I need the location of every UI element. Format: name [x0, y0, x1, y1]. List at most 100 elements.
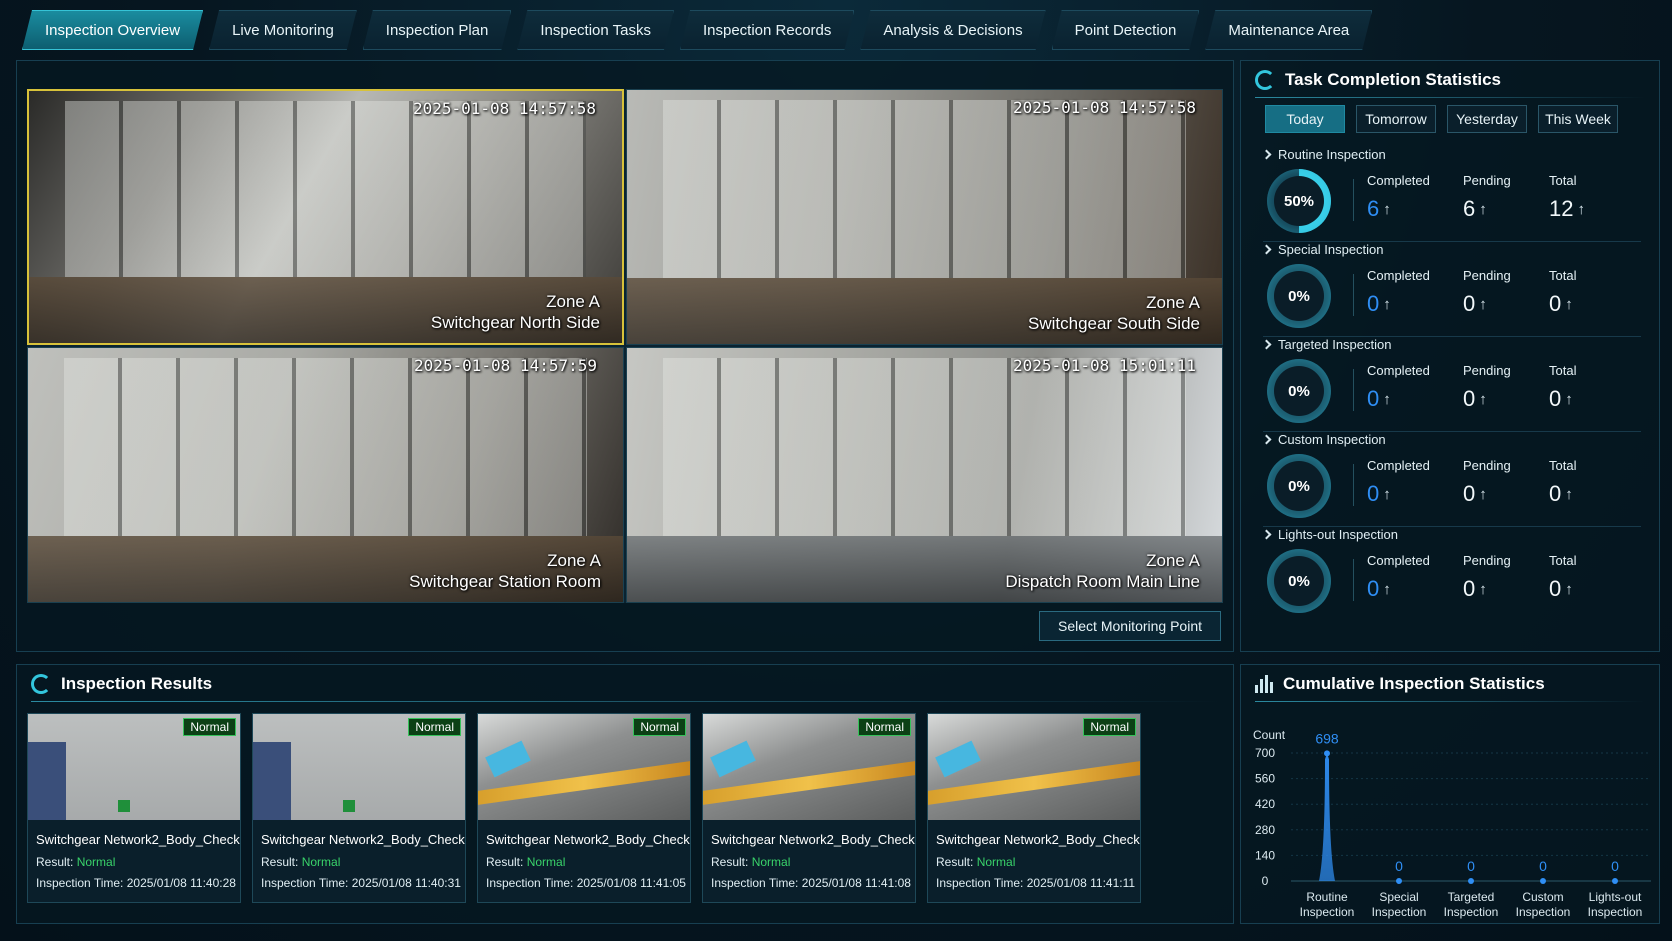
stat-label: Completed	[1367, 173, 1430, 188]
completion-percent: 0%	[1274, 461, 1324, 511]
category-toggle[interactable]: Custom Inspection	[1261, 432, 1386, 447]
result-card[interactable]: Normal Switchgear Network2_Body_Check Re…	[252, 713, 466, 903]
result-card[interactable]: Normal Switchgear Network2_Body_Check Re…	[27, 713, 241, 903]
data-point	[1396, 878, 1402, 884]
stat-total: Total 12 ↑	[1549, 173, 1629, 222]
check-result: Result: Normal	[711, 855, 790, 869]
pending-count: 0	[1463, 576, 1476, 601]
y-tick-label: 700	[1255, 746, 1275, 760]
check-name: Switchgear Network2_Body_Check	[936, 832, 1140, 847]
inspection-time: Inspection Time: 2025/01/08 11:41:08	[711, 876, 911, 890]
task-completion-panel: Task Completion Statistics Today Tomorro…	[1240, 60, 1660, 652]
camera-timestamp: 2025-01-08 15:01:11	[1012, 356, 1196, 375]
camera-location: Switchgear North Side	[430, 313, 600, 332]
stat-pending: Pending 0 ↑	[1463, 268, 1553, 317]
stat-label: Pending	[1463, 268, 1511, 283]
result-prefix: Result:	[261, 855, 302, 869]
category-toggle[interactable]: Special Inspection	[1261, 242, 1384, 257]
check-result: Result: Normal	[936, 855, 1015, 869]
result-prefix: Result:	[36, 855, 77, 869]
stat-total: Total 0 ↑	[1549, 268, 1629, 317]
inspection-time: Inspection Time: 2025/01/08 11:41:11	[936, 876, 1135, 890]
camera-view-north-side[interactable]: 2025-01-08 14:57:58 Zone A Switchgear No…	[27, 89, 624, 345]
inspection-category: Targeted Inspection 0% Completed 0 ↑ Pend…	[1255, 337, 1647, 432]
inspection-time: Inspection Time: 2025/01/08 11:40:31	[261, 876, 461, 890]
total-count: 0	[1549, 291, 1562, 316]
tab-inspection-overview[interactable]: Inspection Overview	[22, 10, 203, 50]
check-name: Switchgear Network2_Body_Check	[711, 832, 915, 847]
select-monitoring-point-button[interactable]: Select Monitoring Point	[1039, 611, 1221, 641]
tab-analysis-decisions[interactable]: Analysis & Decisions	[860, 10, 1045, 50]
stat-pending: Pending 0 ↑	[1463, 553, 1553, 602]
stat-pending: Pending 6 ↑	[1463, 173, 1553, 222]
tab-inspection-plan[interactable]: Inspection Plan	[363, 10, 512, 50]
check-name: Switchgear Network2_Body_Check	[486, 832, 690, 847]
completion-gauge: 0%	[1267, 454, 1331, 518]
y-tick-label: 420	[1255, 797, 1275, 811]
stat-completed: Completed 0 ↑	[1367, 553, 1457, 602]
arrow-up-icon: ↑	[1479, 580, 1487, 598]
result-prefix: Result:	[936, 855, 977, 869]
arrow-up-icon: ↑	[1565, 390, 1573, 408]
period-tab-today[interactable]: Today	[1265, 105, 1345, 133]
stat-label: Total	[1549, 173, 1577, 188]
period-tab-this-week[interactable]: This Week	[1538, 105, 1618, 133]
inspection-category: Custom Inspection 0% Completed 0 ↑ Pendin…	[1255, 432, 1647, 527]
x-tick-label: Inspection	[1444, 905, 1499, 919]
data-spike	[1319, 755, 1335, 881]
category-toggle[interactable]: Routine Inspection	[1261, 147, 1386, 162]
data-point	[1612, 878, 1618, 884]
stat-total: Total 0 ↑	[1549, 458, 1629, 507]
stat-completed: Completed 0 ↑	[1367, 268, 1457, 317]
result-card[interactable]: Normal Switchgear Network2_Body_Check Re…	[477, 713, 691, 903]
stat-label: Total	[1549, 363, 1577, 378]
time-value: 2025/01/08 11:41:11	[1026, 876, 1136, 890]
y-tick-label: 140	[1255, 848, 1275, 862]
status-badge: Normal	[183, 718, 236, 736]
chevron-right-icon	[1261, 244, 1272, 255]
panel-title: Task Completion Statistics	[1285, 70, 1502, 89]
stat-label: Completed	[1367, 458, 1430, 473]
time-value: 2025/01/08 11:41:08	[801, 876, 911, 890]
data-label: 0	[1539, 858, 1547, 874]
chevron-right-icon	[1261, 149, 1272, 160]
tab-live-monitoring[interactable]: Live Monitoring	[209, 10, 357, 50]
pending-count: 0	[1463, 386, 1476, 411]
period-tab-tomorrow[interactable]: Tomorrow	[1356, 105, 1436, 133]
check-result: Result: Normal	[486, 855, 565, 869]
category-toggle[interactable]: Targeted Inspection	[1261, 337, 1391, 352]
period-tab-yesterday[interactable]: Yesterday	[1447, 105, 1527, 133]
video-monitor-panel: 2025-01-08 14:57:58 Zone A Switchgear No…	[16, 60, 1234, 652]
panel-title: Inspection Results	[61, 674, 213, 693]
camera-view-station-room[interactable]: 2025-01-08 14:57:59 Zone A Switchgear St…	[27, 347, 624, 603]
arrow-up-icon: ↑	[1383, 485, 1391, 503]
total-count: 0	[1549, 481, 1562, 506]
tab-inspection-records[interactable]: Inspection Records	[680, 10, 854, 50]
stat-label: Pending	[1463, 363, 1511, 378]
result-card[interactable]: Normal Switchgear Network2_Body_Check Re…	[927, 713, 1141, 903]
tab-point-detection[interactable]: Point Detection	[1052, 10, 1200, 50]
result-value: Normal	[301, 855, 341, 869]
completion-percent: 0%	[1274, 271, 1324, 321]
pending-count: 0	[1463, 481, 1476, 506]
camera-location: Switchgear Station Room	[409, 572, 601, 591]
result-value: Normal	[751, 855, 791, 869]
category-name: Lights-out Inspection	[1278, 527, 1398, 542]
tab-inspection-tasks[interactable]: Inspection Tasks	[517, 10, 674, 50]
result-card[interactable]: Normal Switchgear Network2_Body_Check Re…	[702, 713, 916, 903]
stat-label: Completed	[1367, 553, 1430, 568]
tab-maintenance-area[interactable]: Maintenance Area	[1205, 10, 1372, 50]
y-tick-label: 280	[1255, 823, 1275, 837]
stat-label: Total	[1549, 458, 1577, 473]
data-point	[1540, 878, 1546, 884]
category-toggle[interactable]: Lights-out Inspection	[1261, 527, 1398, 542]
camera-view-dispatch-room[interactable]: 2025-01-08 15:01:11 Zone A Dispatch Room…	[626, 347, 1223, 603]
camera-zone: Zone A	[547, 551, 601, 570]
x-tick-label: Special	[1379, 890, 1418, 904]
period-selector: Today Tomorrow Yesterday This Week	[1265, 105, 1618, 133]
chevron-right-icon	[1261, 529, 1272, 540]
camera-view-south-side[interactable]: 2025-01-08 14:57:58 Zone A Switchgear So…	[626, 89, 1223, 345]
completion-percent: 0%	[1274, 366, 1324, 416]
panel-title: Cumulative Inspection Statistics	[1283, 674, 1545, 693]
completed-count: 0	[1367, 291, 1380, 316]
